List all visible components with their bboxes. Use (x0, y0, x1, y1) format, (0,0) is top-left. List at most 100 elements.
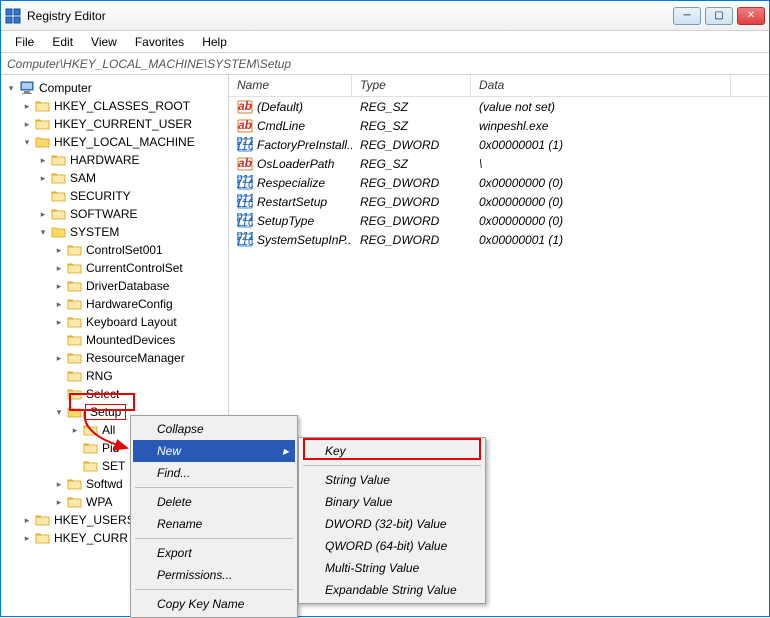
menu-view[interactable]: View (83, 33, 125, 51)
list-row[interactable]: 011110SystemSetupInP...REG_DWORD0x000000… (229, 230, 769, 249)
list-row[interactable]: 011110RespecializeREG_DWORD0x00000000 (0… (229, 173, 769, 192)
expander-icon[interactable]: ▸ (37, 208, 49, 220)
expander-icon[interactable]: ▾ (21, 136, 33, 148)
expander-icon[interactable]: ▸ (53, 496, 65, 508)
value-name: SystemSetupInP... (257, 233, 352, 247)
expander-icon[interactable]: ▸ (69, 424, 81, 436)
tree-node-kblayout[interactable]: ▸ Keyboard Layout (1, 313, 228, 331)
list-header: Name Type Data (229, 75, 769, 97)
expander-icon[interactable]: ▸ (21, 118, 33, 130)
folder-icon (83, 424, 98, 436)
list-row[interactable]: abCmdLineREG_SZwinpeshl.exe (229, 116, 769, 135)
sm-expand[interactable]: Expandable String Value (301, 579, 483, 601)
address-bar[interactable]: Computer\HKEY_LOCAL_MACHINE\SYSTEM\Setup (1, 53, 769, 75)
tree-node-hklm[interactable]: ▾ HKEY_LOCAL_MACHINE (1, 133, 228, 151)
tree-node-hkcu[interactable]: ▸ HKEY_CURRENT_USER (1, 115, 228, 133)
expander-icon[interactable]: ▸ (53, 478, 65, 490)
binary-value-icon: 011110 (237, 232, 253, 248)
expander-icon[interactable]: ▸ (53, 262, 65, 274)
tree-label: Softwd (86, 477, 123, 491)
expander-icon[interactable]: ▾ (37, 226, 49, 238)
tree-node-hkcr[interactable]: ▸ HKEY_CLASSES_ROOT (1, 97, 228, 115)
app-icon (5, 8, 21, 24)
list-row[interactable]: ab(Default)REG_SZ(value not set) (229, 97, 769, 116)
expander-icon[interactable]: ▸ (53, 244, 65, 256)
folder-icon (67, 496, 82, 508)
menu-favorites[interactable]: Favorites (127, 33, 192, 51)
col-header-name[interactable]: Name (229, 75, 352, 96)
tree-label: HKEY_CLASSES_ROOT (54, 99, 190, 113)
col-header-data[interactable]: Data (471, 75, 731, 96)
expander-icon[interactable]: ▸ (21, 532, 33, 544)
expander-icon[interactable]: ▸ (21, 514, 33, 526)
cm-new[interactable]: New (133, 440, 295, 462)
menu-file[interactable]: File (7, 33, 42, 51)
list-row[interactable]: 011110FactoryPreInstall...REG_DWORD0x000… (229, 135, 769, 154)
list-row[interactable]: abOsLoaderPathREG_SZ\ (229, 154, 769, 173)
binary-value-icon: 011110 (237, 194, 253, 210)
svg-text:ab: ab (238, 156, 252, 170)
sm-string[interactable]: String Value (301, 469, 483, 491)
tree-node-system[interactable]: ▾ SYSTEM (1, 223, 228, 241)
minimize-button[interactable]: ─ (673, 7, 701, 25)
expander-icon[interactable]: ▸ (21, 100, 33, 112)
tree-node-hardware[interactable]: ▸ HARDWARE (1, 151, 228, 169)
col-header-type[interactable]: Type (352, 75, 471, 96)
expander-icon[interactable]: ▸ (53, 316, 65, 328)
svg-text:ab: ab (238, 99, 252, 113)
expander-icon[interactable]: ▸ (53, 298, 65, 310)
tree-label: HardwareConfig (86, 297, 173, 311)
sm-qword[interactable]: QWORD (64-bit) Value (301, 535, 483, 557)
expander-icon[interactable]: ▾ (53, 406, 65, 418)
folder-icon (67, 370, 82, 382)
expander-icon[interactable]: ▸ (37, 172, 49, 184)
list-row[interactable]: 011110SetupTypeREG_DWORD0x00000000 (0) (229, 211, 769, 230)
tree-node-ccs[interactable]: ▸ CurrentControlSet (1, 259, 228, 277)
tree-node-root[interactable]: ▾Computer (1, 79, 228, 97)
expander-icon (37, 190, 49, 202)
tree-node-security[interactable]: SECURITY (1, 187, 228, 205)
cm-collapse[interactable]: Collapse (133, 418, 295, 440)
tree-node-hwconfig[interactable]: ▸ HardwareConfig (1, 295, 228, 313)
menu-edit[interactable]: Edit (44, 33, 81, 51)
maximize-button[interactable]: ▢ (705, 7, 733, 25)
cm-rename[interactable]: Rename (133, 513, 295, 535)
tree-node-driverdb[interactable]: ▸ DriverDatabase (1, 277, 228, 295)
folder-icon (67, 478, 82, 490)
folder-icon (35, 100, 50, 112)
folder-icon (67, 280, 82, 292)
tree-node-rng[interactable]: RNG (1, 367, 228, 385)
tree-node-mounted[interactable]: MountedDevices (1, 331, 228, 349)
sm-binary[interactable]: Binary Value (301, 491, 483, 513)
tree-node-resmgr[interactable]: ▸ ResourceManager (1, 349, 228, 367)
list-row[interactable]: 011110RestartSetupREG_DWORD0x00000000 (0… (229, 192, 769, 211)
expander-icon[interactable]: ▸ (53, 352, 65, 364)
sm-dword[interactable]: DWORD (32-bit) Value (301, 513, 483, 535)
cm-find[interactable]: Find... (133, 462, 295, 484)
tree-node-software[interactable]: ▸ SOFTWARE (1, 205, 228, 223)
cm-copykeyname[interactable]: Copy Key Name (133, 593, 295, 615)
tree-label: RNG (86, 369, 113, 383)
cm-delete[interactable]: Delete (133, 491, 295, 513)
cm-permissions[interactable]: Permissions... (133, 564, 295, 586)
tree-label: SOFTWARE (70, 207, 138, 221)
menu-help[interactable]: Help (194, 33, 235, 51)
expander-icon[interactable]: ▸ (37, 154, 49, 166)
svg-text:ab: ab (238, 118, 252, 132)
expander-icon[interactable]: ▸ (53, 280, 65, 292)
folder-icon (67, 244, 82, 256)
tree-label: HKEY_CURRENT_USER (54, 117, 192, 131)
tree-node-select[interactable]: Select (1, 385, 228, 403)
binary-value-icon: 011110 (237, 175, 253, 191)
submenu-new: Key String Value Binary Value DWORD (32-… (298, 437, 486, 604)
tree-node-cs001[interactable]: ▸ ControlSet001 (1, 241, 228, 259)
sm-multi[interactable]: Multi-String Value (301, 557, 483, 579)
sm-key[interactable]: Key (301, 440, 483, 462)
svg-text:110: 110 (237, 196, 253, 210)
cm-export[interactable]: Export (133, 542, 295, 564)
context-menu: Collapse New Find... Delete Rename Expor… (130, 415, 298, 618)
tree-label: Select (86, 387, 119, 401)
expander-icon[interactable]: ▾ (5, 82, 17, 94)
close-button[interactable]: ✕ (737, 7, 765, 25)
tree-node-sam[interactable]: ▸ SAM (1, 169, 228, 187)
